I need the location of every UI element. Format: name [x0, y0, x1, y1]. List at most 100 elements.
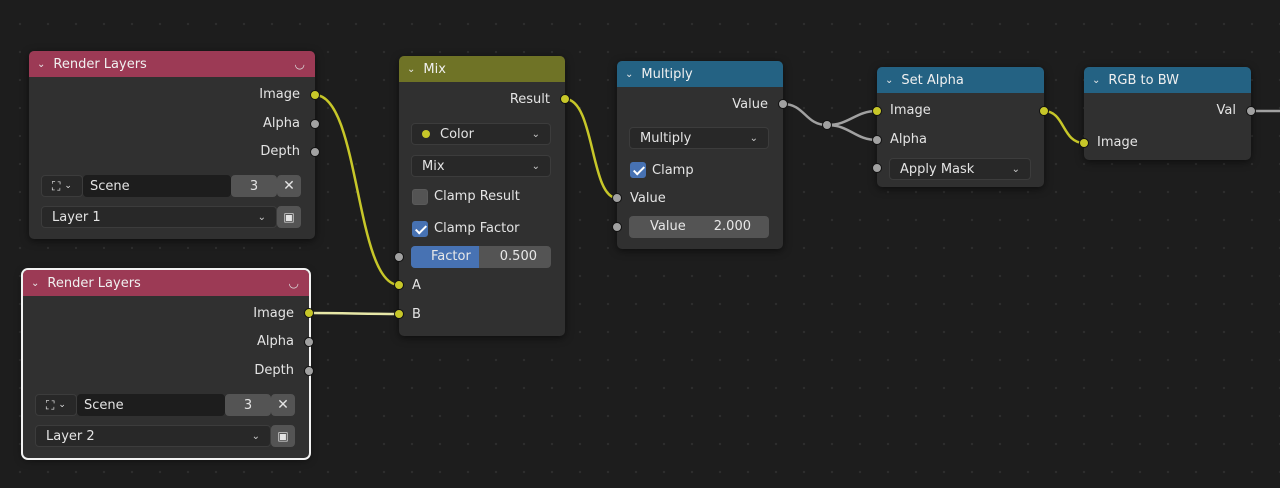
mix-node[interactable]: ⌄ Mix Result Color ⌄ Mix ⌄ Clamp Result … — [399, 56, 565, 336]
hide-sockets-icon[interactable]: ◡ — [289, 276, 299, 290]
scene-browse-button[interactable]: ⛶ ⌄ — [41, 175, 83, 197]
output-value-label: Value — [732, 97, 768, 112]
link-setalpha-image-to-rgbtobw-image — [1043, 109, 1085, 145]
scene-user-count[interactable]: 3 — [225, 394, 271, 416]
hide-sockets-icon[interactable]: ◡ — [295, 57, 305, 71]
render-layer-button[interactable]: ▣ — [277, 206, 301, 228]
clamp-result-checkbox[interactable] — [412, 189, 428, 205]
factor-label: Factor — [431, 249, 471, 264]
chevron-down-icon: ⌄ — [64, 181, 72, 191]
scene-data-icon: ⛶ — [46, 397, 55, 412]
input-image-label: Image — [1097, 135, 1138, 150]
input-value-label: Value — [630, 191, 666, 206]
clamp-factor-checkbox[interactable] — [412, 221, 428, 237]
mode-dropdown[interactable]: Apply Mask ⌄ — [889, 158, 1031, 180]
output-alpha-label: Alpha — [263, 116, 300, 131]
clamp-checkbox[interactable] — [630, 162, 646, 178]
input-b-label: B — [412, 307, 421, 322]
scene-data-icon: ⛶ — [52, 178, 61, 193]
data-type-dropdown[interactable]: Color ⌄ — [411, 123, 551, 145]
socket-rl1-depth-out[interactable] — [310, 147, 320, 157]
rgb-to-bw-node[interactable]: ⌄ RGB to BW Val Image — [1084, 67, 1251, 160]
multiply-node[interactable]: ⌄ Multiply Value Multiply ⌄ Clamp Value … — [617, 61, 783, 249]
render-layers-node-2[interactable]: ⌄ Render Layers ◡ Image Alpha Depth ⛶ ⌄ … — [21, 268, 311, 460]
scene-name-field[interactable]: Scene — [77, 394, 225, 416]
socket-mix-factor-in[interactable] — [394, 252, 404, 262]
node-title: Multiply — [641, 66, 693, 82]
output-depth-label: Depth — [254, 363, 294, 378]
socket-rl1-alpha-out[interactable] — [310, 119, 320, 129]
link-renderlayers2-image-to-mix-b — [308, 311, 400, 316]
input-alpha-label: Alpha — [890, 132, 927, 147]
scene-name-field[interactable]: Scene — [83, 175, 231, 197]
operation-value: Multiply — [640, 130, 692, 146]
collapse-chevron-icon[interactable]: ⌄ — [31, 278, 39, 289]
user-count-text: 3 — [243, 397, 253, 413]
socket-rl2-alpha-out[interactable] — [304, 337, 314, 347]
socket-setalpha-image-out[interactable] — [1039, 106, 1049, 116]
color-socket-icon — [422, 129, 430, 138]
input-a-label: A — [412, 278, 421, 293]
render-layer-button[interactable]: ▣ — [271, 425, 295, 447]
layer-dropdown[interactable]: Layer 2 ⌄ — [35, 425, 271, 447]
link-multiply-value-to-reroute — [782, 102, 828, 127]
chevron-down-icon: ⌄ — [1011, 163, 1020, 175]
close-icon: ✕ — [277, 397, 289, 413]
node-header[interactable]: ⌄ RGB to BW — [1084, 67, 1251, 93]
output-depth-label: Depth — [260, 144, 300, 159]
socket-rgbtobw-image-in[interactable] — [1079, 138, 1089, 148]
output-image-label: Image — [259, 87, 300, 102]
socket-rl2-depth-out[interactable] — [304, 366, 314, 376]
socket-multiply-value-in[interactable] — [612, 193, 622, 203]
socket-rgbtobw-val-out[interactable] — [1246, 106, 1256, 116]
close-icon: ✕ — [283, 178, 295, 194]
socket-setalpha-alpha-in[interactable] — [872, 135, 882, 145]
scene-name-text: Scene — [84, 397, 124, 413]
node-header[interactable]: ⌄ Render Layers ◡ — [29, 51, 315, 77]
collapse-chevron-icon[interactable]: ⌄ — [1092, 75, 1100, 86]
socket-setalpha-mode-in[interactable] — [872, 163, 882, 173]
socket-rl1-image-out[interactable] — [310, 90, 320, 100]
scene-browse-button[interactable]: ⛶ ⌄ — [35, 394, 77, 416]
render-layer-icon: ▣ — [277, 429, 289, 443]
socket-mix-b-in[interactable] — [394, 309, 404, 319]
socket-rl2-image-out[interactable] — [304, 308, 314, 318]
clamp-label: Clamp — [652, 163, 694, 178]
node-title: Render Layers — [47, 275, 141, 291]
set-alpha-node[interactable]: ⌄ Set Alpha Image Alpha Apply Mask ⌄ — [877, 67, 1044, 187]
blend-mode-dropdown[interactable]: Mix ⌄ — [411, 155, 551, 177]
input-image-label: Image — [890, 103, 931, 118]
value-field[interactable]: Value 2.000 — [629, 216, 769, 238]
unlink-scene-button[interactable]: ✕ — [271, 394, 295, 416]
collapse-chevron-icon[interactable]: ⌄ — [407, 64, 415, 75]
mode-value: Apply Mask — [900, 161, 975, 177]
collapse-chevron-icon[interactable]: ⌄ — [625, 69, 633, 80]
output-image-label: Image — [253, 306, 294, 321]
factor-slider[interactable]: Factor 0.500 — [411, 246, 551, 268]
node-header[interactable]: ⌄ Multiply — [617, 61, 783, 87]
socket-multiply-value2-in[interactable] — [612, 222, 622, 232]
scene-user-count[interactable]: 3 — [231, 175, 277, 197]
render-layers-node-1[interactable]: ⌄ Render Layers ◡ Image Alpha Depth ⛶ ⌄ … — [29, 51, 315, 239]
chevron-down-icon: ⌄ — [251, 430, 260, 442]
unlink-scene-button[interactable]: ✕ — [277, 175, 301, 197]
collapse-chevron-icon[interactable]: ⌄ — [37, 59, 45, 70]
chevron-down-icon: ⌄ — [531, 128, 540, 140]
node-header[interactable]: ⌄ Set Alpha — [877, 67, 1044, 93]
operation-dropdown[interactable]: Multiply ⌄ — [629, 127, 769, 149]
render-layer-icon: ▣ — [283, 210, 295, 224]
socket-mix-result-out[interactable] — [560, 94, 570, 104]
layer-dropdown[interactable]: Layer 1 ⌄ — [41, 206, 277, 228]
link-reroute-to-setalpha-alpha — [826, 123, 878, 142]
data-type-value: Color — [440, 126, 474, 142]
socket-multiply-value-out[interactable] — [778, 99, 788, 109]
node-header[interactable]: ⌄ Mix — [399, 56, 565, 82]
collapse-chevron-icon[interactable]: ⌄ — [885, 75, 893, 86]
output-alpha-label: Alpha — [257, 334, 294, 349]
node-title: RGB to BW — [1108, 72, 1180, 88]
socket-setalpha-image-in[interactable] — [872, 106, 882, 116]
chevron-down-icon: ⌄ — [749, 132, 758, 144]
node-header[interactable]: ⌄ Render Layers ◡ — [23, 270, 309, 296]
reroute-node — [822, 120, 832, 130]
socket-mix-a-in[interactable] — [394, 280, 404, 290]
